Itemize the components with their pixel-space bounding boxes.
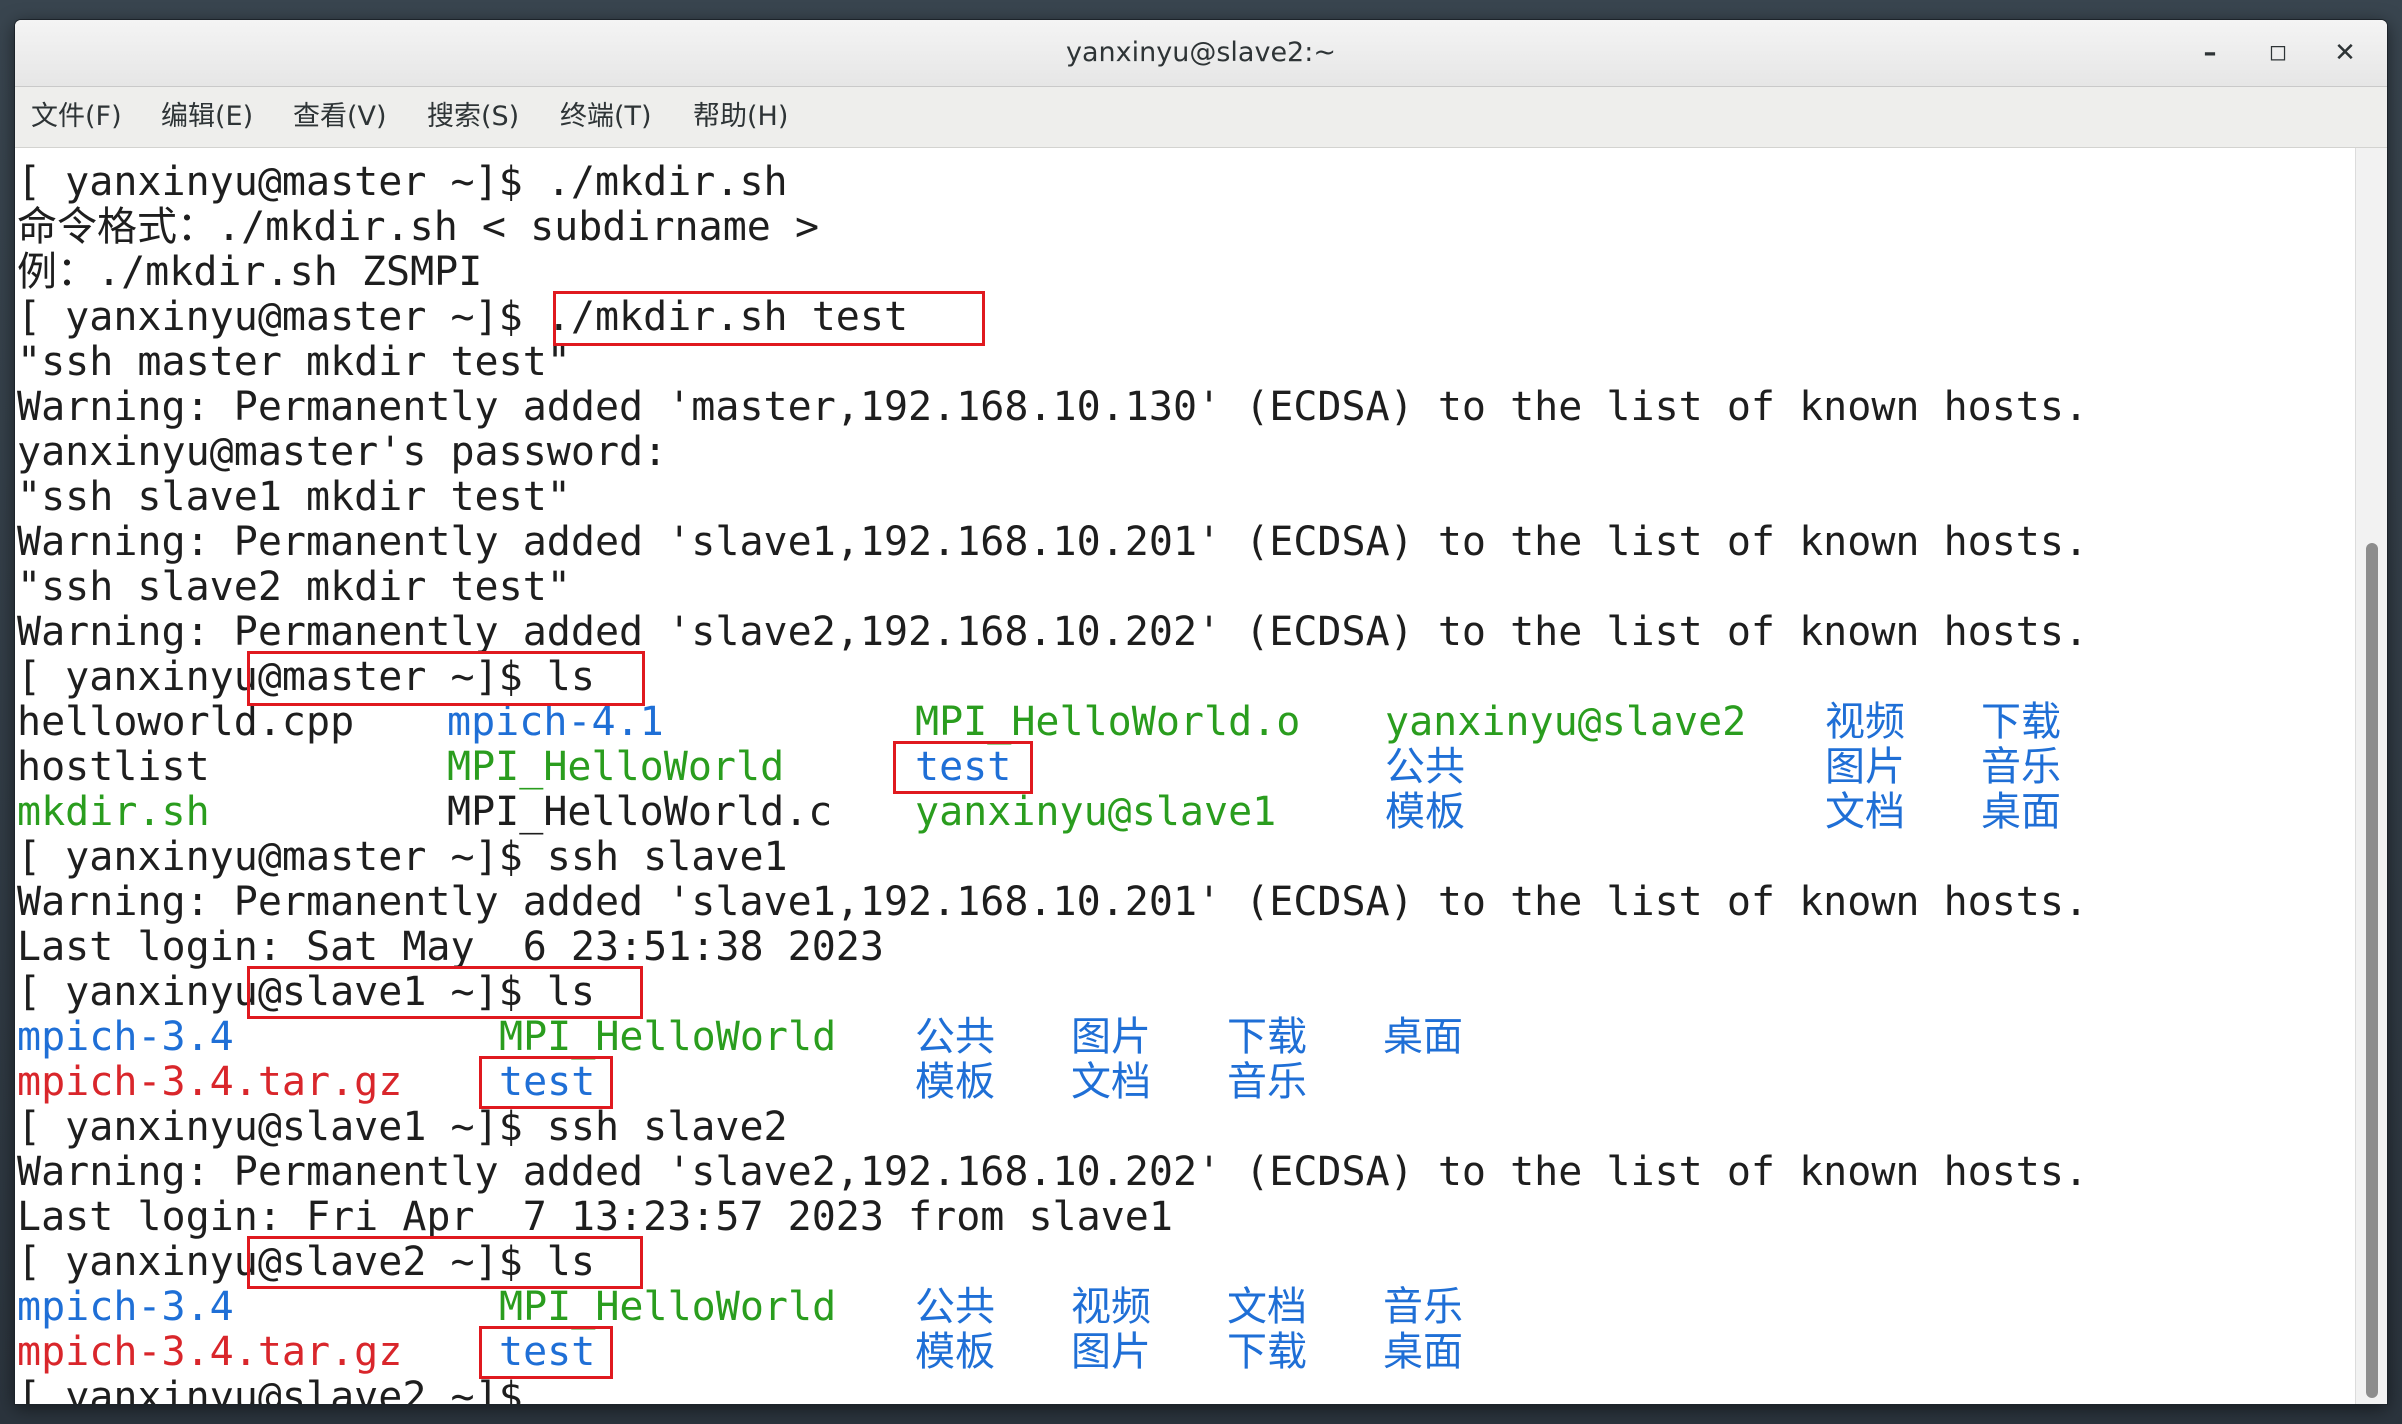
ls-directory: 视频 bbox=[1825, 699, 1905, 745]
ls-directory: 下载 bbox=[1227, 1014, 1307, 1060]
ls-directory: mpich-3.4 bbox=[17, 1014, 234, 1060]
ls-directory: 音乐 bbox=[1227, 1059, 1307, 1105]
ls-directory: 桌面 bbox=[1383, 1329, 1463, 1375]
maximize-button[interactable]: ◻ bbox=[2258, 33, 2298, 73]
scrollbar-thumb[interactable] bbox=[2366, 543, 2378, 1398]
terminal-line: Warning: Permanently added 'slave2,192.1… bbox=[17, 1149, 2089, 1195]
title-bar[interactable]: yanxinyu@slave2:~ – ◻ ✕ bbox=[15, 20, 2387, 87]
terminal-line: "ssh slave2 mkdir test" bbox=[17, 564, 571, 610]
ls-file: MPI_HelloWorld.c bbox=[447, 789, 833, 835]
ls-directory: 公共 bbox=[915, 1014, 995, 1060]
highlight-box-master-ls bbox=[247, 651, 645, 706]
window-title: yanxinyu@slave2:~ bbox=[1066, 37, 1336, 68]
highlight-box-slave2-ls bbox=[247, 1236, 643, 1289]
ls-executable: MPI_HelloWorld bbox=[499, 1284, 837, 1330]
ls-file: hostlist bbox=[17, 744, 210, 790]
ls-directory: 视频 bbox=[1071, 1284, 1151, 1330]
highlight-box-mkdir-command bbox=[553, 291, 985, 346]
ls-archive: mpich-3.4.tar.gz bbox=[17, 1329, 403, 1375]
terminal-line: Warning: Permanently added 'slave2,192.1… bbox=[17, 609, 2089, 655]
terminal-line: "ssh slave1 mkdir test" bbox=[17, 474, 571, 520]
ls-directory: 公共 bbox=[1385, 744, 1465, 790]
ls-archive: mpich-3.4.tar.gz bbox=[17, 1059, 403, 1105]
ls-directory: 模板 bbox=[915, 1059, 995, 1105]
terminal-line: [ yanxinyu@slave1 ~]$ ssh slave2 bbox=[17, 1104, 788, 1150]
ls-directory: 模板 bbox=[915, 1329, 995, 1375]
ls-directory: 公共 bbox=[915, 1284, 995, 1330]
terminal-line: Warning: Permanently added 'slave1,192.1… bbox=[17, 519, 2089, 565]
ls-directory: 图片 bbox=[1825, 744, 1905, 790]
menu-terminal[interactable]: 终端(T) bbox=[560, 87, 652, 147]
ls-executable: MPI_HelloWorld bbox=[499, 1014, 837, 1060]
ls-executable: mkdir.sh bbox=[17, 789, 210, 835]
terminal-output[interactable]: [ yanxinyu@master ~]$ ./mkdir.sh 命令格式：./… bbox=[15, 148, 2355, 1404]
terminal-line: yanxinyu@master's password: bbox=[17, 429, 668, 475]
ls-directory: 文档 bbox=[1071, 1059, 1151, 1105]
ls-directory: 文档 bbox=[1825, 789, 1905, 835]
terminal-line: Warning: Permanently added 'slave1,192.1… bbox=[17, 879, 2089, 925]
ls-directory: 音乐 bbox=[1981, 744, 2061, 790]
highlight-box-slave1-ls bbox=[247, 966, 643, 1019]
highlight-box-slave2-test bbox=[479, 1326, 613, 1379]
menu-view[interactable]: 查看(V) bbox=[293, 87, 387, 147]
menu-file[interactable]: 文件(F) bbox=[31, 87, 122, 147]
terminal-line: Last login: Fri Apr 7 13:23:57 2023 from… bbox=[17, 1194, 1173, 1240]
terminal-line: 例：./mkdir.sh ZSMPI bbox=[17, 249, 483, 295]
ls-directory: 图片 bbox=[1071, 1329, 1151, 1375]
terminal-prompt: [ yanxinyu@slave2 ~]$ bbox=[17, 1374, 523, 1405]
ls-executable: yanxinyu@slave2 bbox=[1385, 699, 1747, 745]
terminal-line: 命令格式：./mkdir.sh < subdirname > bbox=[17, 204, 820, 250]
ls-executable: yanxinyu@slave1 bbox=[915, 789, 1277, 835]
menu-bar: 文件(F) 编辑(E) 查看(V) 搜索(S) 终端(T) 帮助(H) bbox=[15, 87, 2387, 148]
vertical-scrollbar[interactable] bbox=[2355, 148, 2387, 1404]
ls-executable: MPI_HelloWorld bbox=[447, 744, 785, 790]
ls-directory: 桌面 bbox=[1383, 1014, 1463, 1060]
terminal-line: "ssh master mkdir test" bbox=[17, 339, 571, 385]
menu-edit[interactable]: 编辑(E) bbox=[161, 87, 253, 147]
ls-file: helloworld.cpp bbox=[17, 699, 355, 745]
ls-directory: mpich-3.4 bbox=[17, 1284, 234, 1330]
ls-directory: 音乐 bbox=[1383, 1284, 1463, 1330]
terminal-line: [ yanxinyu@master ~]$ ssh slave1 bbox=[17, 834, 788, 880]
highlight-box-master-test bbox=[893, 741, 1033, 794]
ls-directory: 图片 bbox=[1071, 1014, 1151, 1060]
highlight-box-slave1-test bbox=[479, 1056, 613, 1109]
menu-search[interactable]: 搜索(S) bbox=[427, 87, 519, 147]
terminal-line: Warning: Permanently added 'master,192.1… bbox=[17, 384, 2089, 430]
ls-directory: 下载 bbox=[1981, 699, 2061, 745]
minimize-button[interactable]: – bbox=[2190, 33, 2230, 73]
terminal-window: yanxinyu@slave2:~ – ◻ ✕ 文件(F) 编辑(E) 查看(V… bbox=[15, 20, 2387, 1404]
ls-directory: 桌面 bbox=[1981, 789, 2061, 835]
terminal-line: [ yanxinyu@master ~]$ ./mkdir.sh bbox=[17, 159, 788, 205]
ls-directory: 模板 bbox=[1385, 789, 1465, 835]
ls-directory: 下载 bbox=[1227, 1329, 1307, 1375]
close-button[interactable]: ✕ bbox=[2325, 33, 2365, 73]
terminal-line: Last login: Sat May 6 23:51:38 2023 bbox=[17, 924, 884, 970]
ls-directory: mpich-4.1 bbox=[447, 699, 664, 745]
menu-help[interactable]: 帮助(H) bbox=[693, 87, 788, 147]
ls-directory: 文档 bbox=[1227, 1284, 1307, 1330]
ls-executable: MPI_HelloWorld.o bbox=[915, 699, 1301, 745]
